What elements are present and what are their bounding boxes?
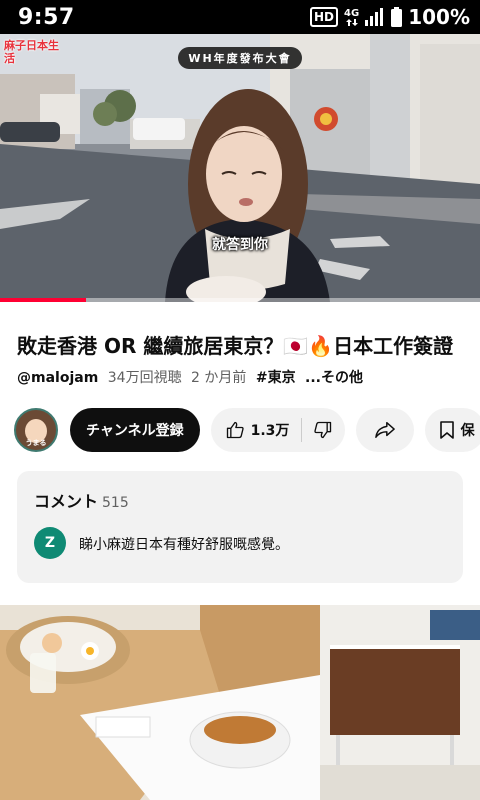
avatar-label: うまる <box>25 439 47 447</box>
upload-age: 2 か月前 <box>191 370 247 386</box>
action-row: うまる チャンネル登録 1.3万 保 <box>14 408 480 452</box>
comments-count: 515 <box>102 495 129 511</box>
comment-author-avatar: Z <box>34 527 66 559</box>
bookmark-icon <box>439 421 454 439</box>
channel-watermark-logo: 麻子日本生活 <box>4 39 59 65</box>
video-title[interactable]: 敗走香港 OR 繼續旅居東京？🇯🇵🔥日本工作簽證 <box>17 330 463 359</box>
video-meta-row[interactable]: @malojam 34万回視聴 2 か月前 #東京 ...その他 <box>17 367 368 387</box>
comments-title: コメント <box>34 492 99 511</box>
status-icons: HD 4G 100% <box>310 5 470 29</box>
share-button[interactable] <box>355 408 414 452</box>
save-label: 保 <box>460 423 475 439</box>
like-dislike-group: 1.3万 <box>210 408 345 452</box>
share-icon <box>374 422 395 438</box>
hd-voice-badge: HD <box>310 7 339 27</box>
thumbs-up-icon <box>226 421 244 439</box>
hashtag-link[interactable]: #東京 <box>256 370 296 386</box>
network-type-icon: 4G <box>344 7 360 26</box>
comments-heading: コメント 515 <box>34 488 129 512</box>
network-type-label: 4G <box>344 7 360 19</box>
thumbs-down-icon <box>314 421 332 439</box>
video-chapter-banner: WH年度發布大會 <box>178 47 302 69</box>
subscribe-button[interactable]: チャンネル登録 <box>70 408 200 452</box>
status-bar: 9:57 HD 4G 100% <box>0 0 480 34</box>
like-count: 1.3万 <box>250 423 290 439</box>
like-button[interactable]: 1.3万 <box>211 420 301 440</box>
video-player[interactable]: 麻子日本生活 WH年度發布大會 就答到你 <box>0 34 480 302</box>
battery-percent: 100% <box>408 5 470 29</box>
comments-panel[interactable]: コメント 515 Z 睇小麻遊日本有種好舒服嘅感覺。 <box>17 471 463 583</box>
dislike-button[interactable] <box>302 420 345 440</box>
signal-icon <box>365 8 384 26</box>
channel-handle[interactable]: @malojam <box>17 370 98 386</box>
video-subtitle: 就答到你 <box>212 237 268 253</box>
ad-thumbnail[interactable] <box>0 605 480 800</box>
comment-text: 睇小麻遊日本有種好舒服嘅感覺。 <box>79 537 289 553</box>
ad-image <box>0 605 480 800</box>
video-progress-bar[interactable] <box>0 298 480 302</box>
battery-icon <box>391 7 403 27</box>
data-arrows-icon <box>345 18 358 26</box>
channel-avatar[interactable]: うまる <box>14 408 58 452</box>
status-time: 9:57 <box>18 4 75 30</box>
description-more-link[interactable]: ...その他 <box>305 370 363 386</box>
view-count: 34万回視聴 <box>107 370 182 386</box>
save-button[interactable]: 保 <box>424 408 480 452</box>
video-frame <box>0 34 480 302</box>
video-progress-fill <box>0 298 87 302</box>
